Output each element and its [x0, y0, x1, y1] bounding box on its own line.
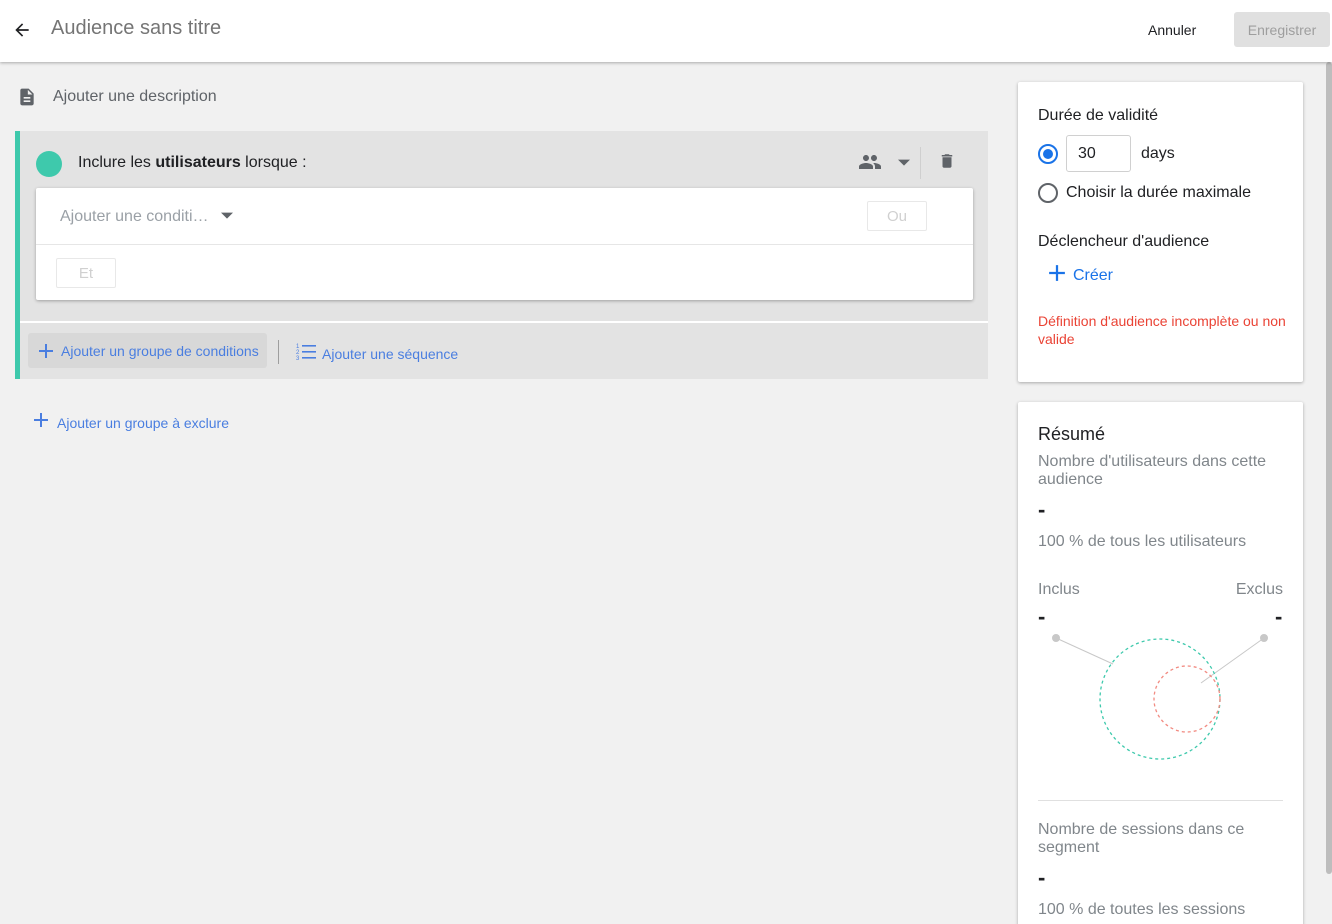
group-title-suffix: lorsque :: [240, 154, 307, 171]
action-divider: [278, 340, 279, 364]
top-bar: Annuler Enregistrer: [0, 0, 1332, 62]
add-exclude-group-button[interactable]: Ajouter un groupe à exclure: [33, 412, 229, 433]
max-duration-label: Choisir la durée maximale: [1066, 184, 1251, 201]
trigger-title: Déclencheur d'audience: [1038, 233, 1210, 250]
max-duration-radio[interactable]: [1038, 183, 1058, 203]
included-circle: [1099, 638, 1221, 760]
sessions-count-label: Nombre de sessions dans ce segment: [1038, 821, 1245, 856]
scope-dropdown[interactable]: [858, 151, 910, 177]
audience-title-input[interactable]: [51, 17, 451, 40]
sessions-count-value: -: [1038, 865, 1046, 890]
svg-text:3: 3: [296, 356, 300, 360]
plus-icon: [1048, 264, 1066, 287]
group-title: Inclure les utilisateurs lorsque :: [78, 154, 307, 172]
add-condition-group-button[interactable]: Ajouter un groupe de conditions: [28, 333, 267, 368]
page-scrollbar[interactable]: [1326, 62, 1332, 874]
plus-icon: [38, 343, 54, 359]
venn-diagram: [1052, 634, 1268, 760]
sessions-percent: 100 % de toutes les sessions: [1038, 901, 1246, 918]
days-input[interactable]: [1066, 135, 1131, 172]
add-condition-group-label: Ajouter un groupe de conditions: [61, 342, 259, 359]
create-trigger-button[interactable]: Créer: [1048, 264, 1113, 287]
excluded-leader-dot: [1260, 634, 1268, 642]
error-message: Définition d'audience incomplète ou non …: [1038, 313, 1286, 347]
save-button[interactable]: Enregistrer: [1234, 12, 1330, 47]
users-count-label: Nombre d'utilisateurs dans cette audienc…: [1038, 453, 1267, 488]
condition-card: Ajouter une conditi… Ou Et: [36, 188, 973, 300]
description-icon: [16, 85, 38, 109]
add-exclude-group-label: Ajouter un groupe à exclure: [57, 414, 229, 431]
days-unit-label: days: [1141, 145, 1175, 162]
people-icon: [858, 150, 882, 179]
chevron-down-icon: [898, 155, 910, 173]
days-radio[interactable]: [1038, 144, 1058, 164]
chevron-down-icon: [220, 208, 233, 226]
add-sequence-label: Ajouter une séquence: [322, 345, 459, 362]
included-leader-line: [1055, 637, 1114, 665]
and-button[interactable]: Et: [56, 258, 116, 288]
delete-group-button[interactable]: [936, 151, 958, 175]
validity-title: Durée de validité: [1038, 107, 1159, 124]
group-title-scope: utilisateurs: [155, 154, 241, 171]
trash-icon: [938, 151, 956, 176]
or-button[interactable]: Ou: [867, 201, 927, 231]
sequence-list-icon: 1 2 3: [296, 342, 316, 365]
create-label: Créer: [1073, 266, 1114, 284]
users-percent: 100 % de tous les utilisateurs: [1038, 533, 1247, 550]
summary-title: Résumé: [1038, 424, 1106, 444]
add-description-button[interactable]: Ajouter une description: [16, 84, 217, 110]
group-divider: [20, 321, 988, 323]
back-arrow-icon[interactable]: [8, 16, 36, 44]
included-label: Inclus: [1038, 581, 1080, 598]
card-divider: [36, 244, 973, 245]
summary-divider: [1038, 800, 1283, 801]
validity-panel: Durée de validité days Choisir la durée …: [1018, 82, 1303, 382]
cancel-button[interactable]: Annuler: [1136, 12, 1208, 48]
add-sequence-button[interactable]: 1 2 3 Ajouter une séquence: [296, 342, 458, 365]
add-condition-label: Ajouter une conditi…: [60, 208, 209, 225]
group-title-prefix: Inclure les: [78, 154, 156, 171]
header-divider: [920, 147, 921, 179]
included-leader-dot: [1052, 634, 1060, 642]
add-condition-dropdown[interactable]: Ajouter une conditi…: [60, 206, 233, 228]
excluded-circle: [1153, 665, 1221, 733]
summary-panel: Résumé Nombre d'utilisateurs dans cette …: [1018, 402, 1303, 924]
excluded-label: Exclus: [1235, 581, 1283, 598]
users-count-value: -: [1038, 497, 1046, 522]
add-description-label: Ajouter une description: [53, 88, 217, 105]
plus-icon: [33, 412, 49, 433]
group-color-dot: [36, 151, 62, 177]
include-condition-group: Inclure les utilisateurs lorsque : Ajout…: [15, 131, 988, 379]
